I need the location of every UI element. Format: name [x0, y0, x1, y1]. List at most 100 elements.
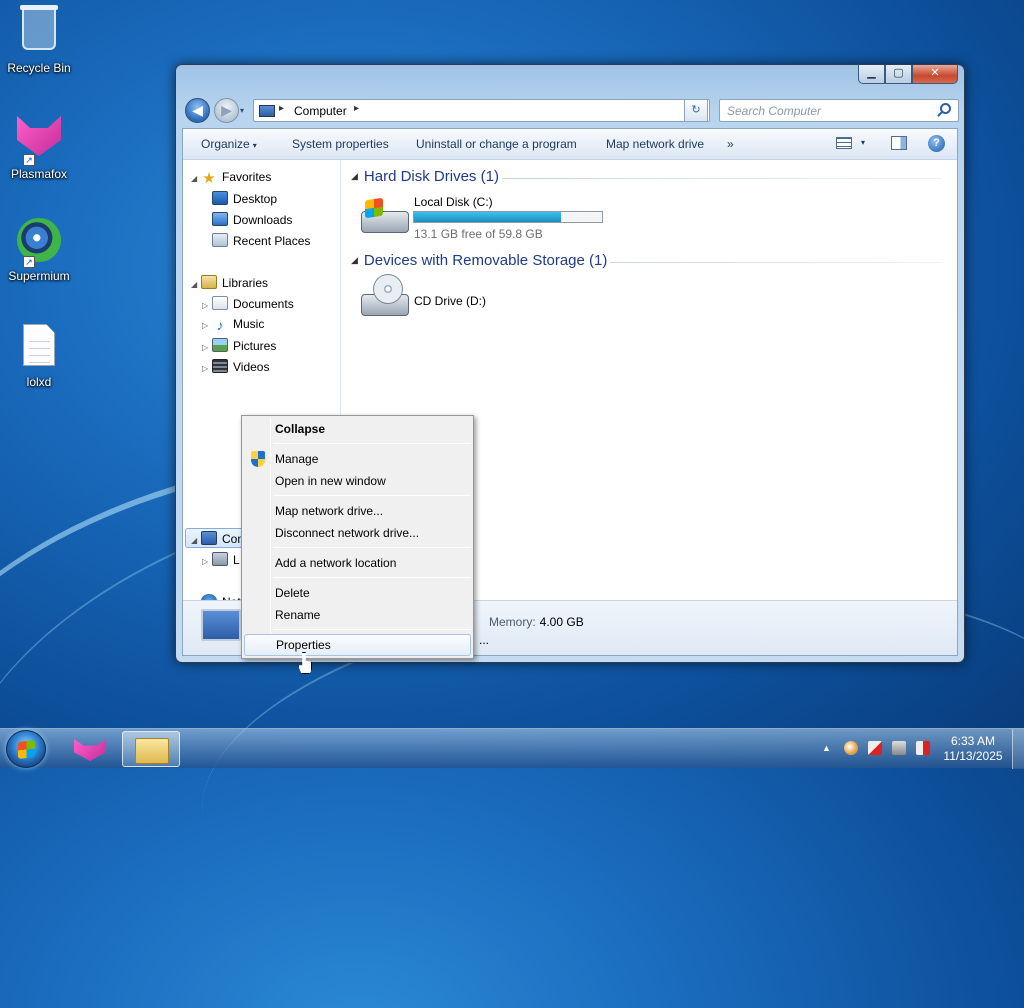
collapsed-arrow-icon[interactable]: ▷: [202, 364, 212, 373]
nav-music[interactable]: ▷ ♪ Music: [202, 317, 264, 332]
refresh-button[interactable]: ↻: [684, 99, 708, 122]
cd-drive-icon[interactable]: [361, 274, 409, 316]
nav-label: Libraries: [222, 276, 269, 290]
nav-libraries[interactable]: ◢ Libraries: [191, 275, 268, 290]
group-header-hard-disk[interactable]: ◢ Hard Disk Drives (1): [351, 168, 499, 185]
back-button[interactable]: ◀: [185, 98, 210, 123]
nav-label: Pictures: [233, 339, 277, 353]
nav-label: Desktop: [233, 192, 278, 206]
system-clock[interactable]: 6:33 AM 11/13/2025: [940, 734, 1006, 764]
expand-arrow-icon[interactable]: ◢: [191, 536, 201, 545]
nav-videos[interactable]: ▷ Videos: [202, 359, 269, 374]
collapsed-arrow-icon[interactable]: ▷: [202, 301, 212, 310]
tray-app-icon[interactable]: [844, 741, 858, 755]
preview-pane-icon[interactable]: [891, 136, 907, 150]
minimize-button[interactable]: ▁: [858, 65, 885, 84]
change-view-icon[interactable]: [836, 137, 852, 149]
close-button[interactable]: ✕: [912, 65, 958, 84]
map-network-drive-button[interactable]: Map network drive: [606, 137, 704, 151]
show-desktop-button[interactable]: [1012, 729, 1024, 769]
context-menu: Collapse Manage Open in new window Map n…: [241, 415, 474, 659]
cd-drive-name[interactable]: CD Drive (D:): [414, 294, 486, 308]
desktop-icon-plasmafox[interactable]: ↗ Plasmafox: [1, 112, 77, 181]
group-title: Hard Disk Drives (1): [363, 168, 499, 185]
volume-muted-icon[interactable]: [916, 741, 930, 755]
menu-item-open-new-window[interactable]: Open in new window: [244, 470, 471, 492]
collapse-group-icon[interactable]: ◢: [351, 255, 358, 265]
taskbar: ▲ 6:33 AM 11/13/2025: [0, 728, 1024, 769]
nav-label: Music: [233, 317, 265, 331]
collapsed-arrow-icon[interactable]: ▷: [202, 557, 212, 566]
nav-pictures[interactable]: ▷ Pictures: [202, 338, 276, 353]
expand-arrow-icon[interactable]: ◢: [191, 280, 201, 289]
taskbar-plasmafox[interactable]: [60, 731, 118, 767]
menu-item-add-network-location[interactable]: Add a network location: [244, 552, 471, 574]
uninstall-program-button[interactable]: Uninstall or change a program: [416, 137, 577, 151]
clock-date: 11/13/2025: [943, 749, 1003, 763]
menu-item-rename[interactable]: Rename: [244, 604, 471, 626]
group-divider: [502, 178, 942, 179]
action-center-icon[interactable]: [868, 741, 882, 755]
nav-recent-places[interactable]: Recent Places: [212, 233, 310, 248]
chevron-down-icon[interactable]: ▾: [861, 138, 865, 147]
desktop-icon-lolxd[interactable]: lolxd: [1, 320, 77, 389]
desktop-icon-label: Plasmafox: [10, 167, 68, 181]
taskbar-explorer[interactable]: [122, 731, 180, 767]
breadcrumb-computer[interactable]: Computer: [294, 104, 347, 118]
local-disk-free-space: 13.1 GB free of 59.8 GB: [414, 227, 543, 241]
breadcrumb-separator[interactable]: ▸: [279, 103, 284, 114]
nav-label: Documents: [233, 297, 294, 311]
recent-pages-dropdown[interactable]: ▾: [240, 106, 244, 115]
system-properties-button[interactable]: System properties: [292, 137, 389, 151]
nav-desktop[interactable]: Desktop: [212, 191, 277, 206]
local-disk-icon[interactable]: [361, 197, 409, 233]
supermium-icon: ↗: [15, 218, 63, 268]
details-truncated: ...: [479, 633, 490, 647]
menu-item-manage[interactable]: Manage: [244, 448, 471, 470]
desktop-icon-supermium[interactable]: ↗ Supermium: [1, 216, 77, 283]
nav-downloads[interactable]: Downloads: [212, 212, 292, 227]
computer-icon: [259, 105, 275, 117]
menu-separator: [273, 577, 471, 578]
clock-time: 6:33 AM: [950, 734, 996, 748]
collapse-group-icon[interactable]: ◢: [351, 171, 358, 181]
navigation-bar: ◀ ▶ ▾ ▸ Computer ▸ ▾ ↻ Search Computer: [182, 97, 959, 123]
libraries-icon: [201, 275, 217, 289]
menu-item-collapse[interactable]: Collapse: [244, 418, 471, 440]
nav-label: Downloads: [233, 213, 293, 227]
group-divider: [610, 262, 942, 263]
nav-label: Recent Places: [233, 234, 311, 248]
menu-item-delete[interactable]: Delete: [244, 582, 471, 604]
local-disk-name[interactable]: Local Disk (C:): [414, 195, 493, 209]
desktop-icon: [212, 191, 228, 205]
organize-label: Organize: [201, 137, 250, 151]
address-bar[interactable]: ▸ Computer ▸ ▾: [253, 99, 710, 122]
menu-separator: [273, 443, 471, 444]
expand-arrow-icon[interactable]: ◢: [191, 174, 201, 183]
show-hidden-icons-button[interactable]: ▲: [822, 743, 831, 753]
collapsed-arrow-icon[interactable]: ▷: [202, 321, 212, 330]
maximize-button[interactable]: ▢: [885, 65, 912, 84]
group-header-removable[interactable]: ◢ Devices with Removable Storage (1): [351, 252, 607, 269]
forward-button[interactable]: ▶: [214, 98, 239, 123]
menu-item-disconnect-network-drive[interactable]: Disconnect network drive...: [244, 522, 471, 544]
help-icon[interactable]: ?: [928, 135, 945, 152]
network-status-icon[interactable]: [892, 741, 906, 755]
start-button[interactable]: [6, 730, 46, 768]
desktop-icon-label: Recycle Bin: [7, 61, 71, 75]
menu-separator: [273, 629, 471, 630]
memory-label: Memory:: [489, 615, 536, 629]
organize-button[interactable]: Organize ▾: [201, 137, 257, 151]
menu-item-properties[interactable]: Properties: [244, 634, 471, 656]
nav-documents[interactable]: ▷ Documents: [202, 296, 294, 311]
search-box[interactable]: Search Computer: [719, 99, 959, 122]
more-commands-button[interactable]: »: [727, 137, 734, 151]
desktop-icon-recycle-bin[interactable]: Recycle Bin: [1, 5, 77, 75]
collapsed-arrow-icon[interactable]: ▷: [202, 343, 212, 352]
menu-item-map-network-drive[interactable]: Map network drive...: [244, 500, 471, 522]
computer-icon: [201, 609, 241, 641]
nav-local-disk[interactable]: ▷ L: [202, 552, 240, 567]
nav-favorites[interactable]: ◢ ★ Favorites: [191, 170, 271, 186]
breadcrumb-separator[interactable]: ▸: [354, 103, 359, 114]
search-icon[interactable]: [940, 103, 951, 114]
